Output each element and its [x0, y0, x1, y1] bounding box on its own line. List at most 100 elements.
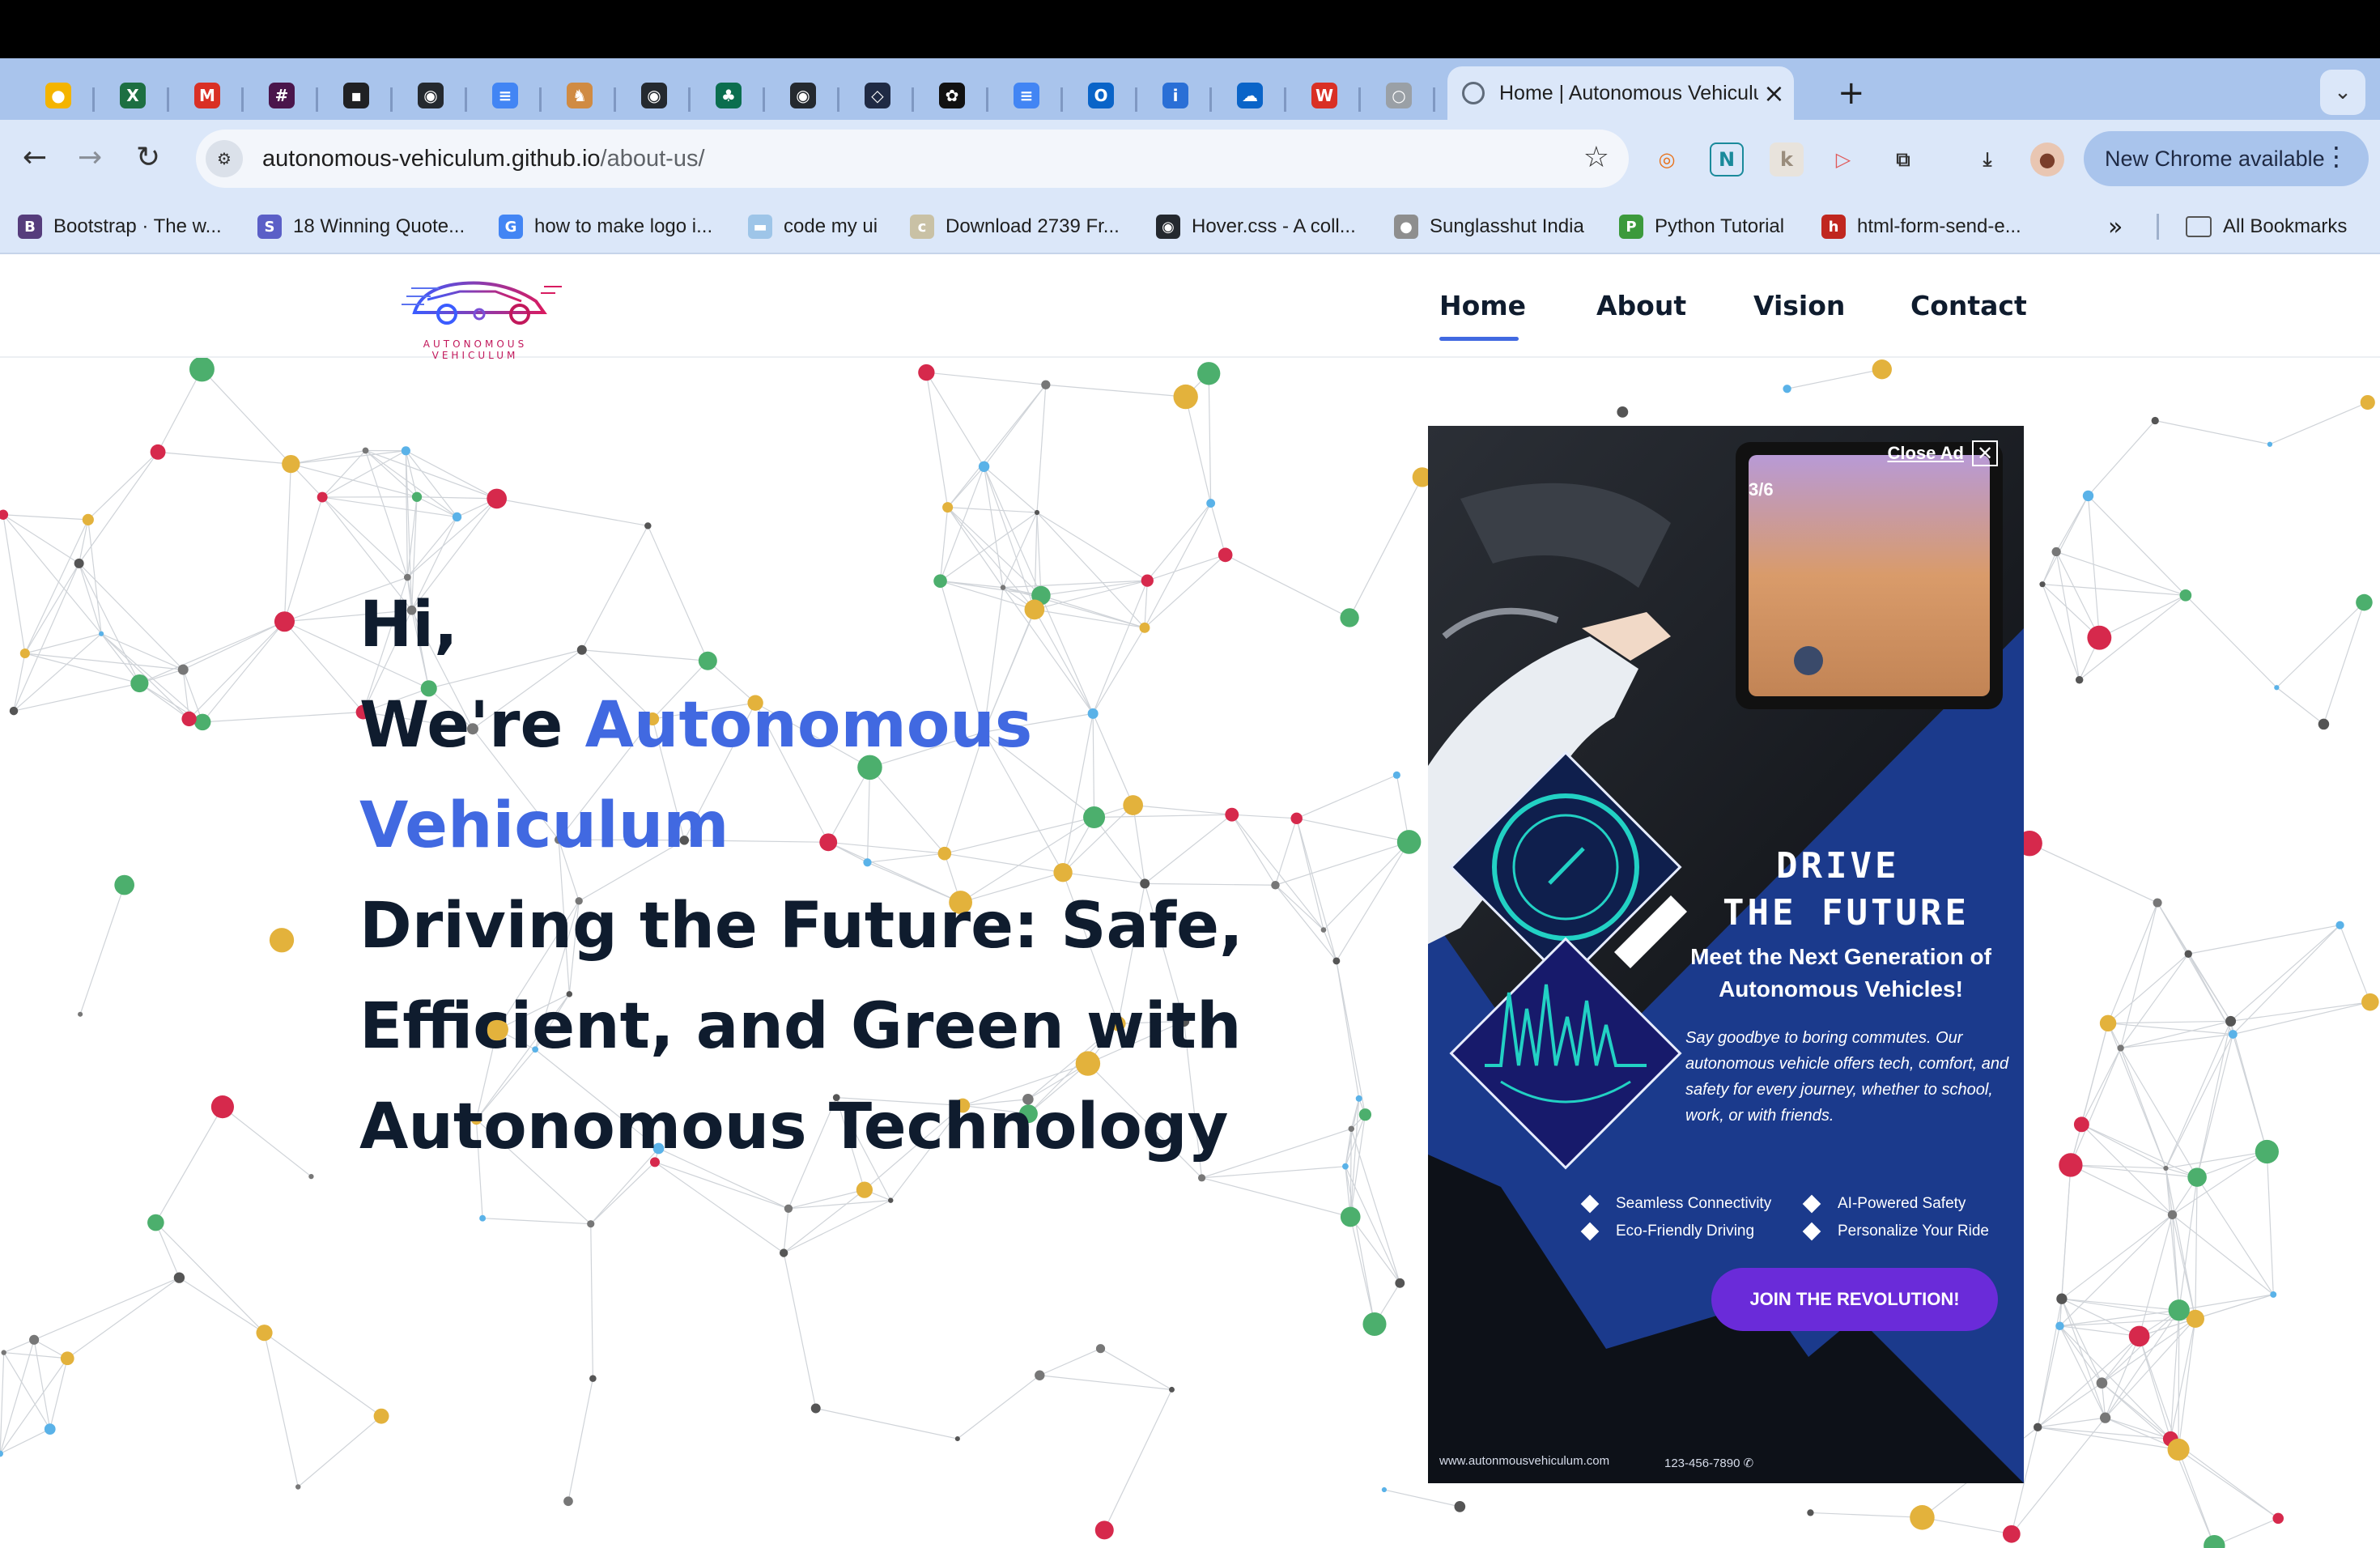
- tab-search-button[interactable]: ⌄: [2320, 70, 2365, 115]
- extension-icon[interactable]: ◎: [1650, 142, 1684, 176]
- tab[interactable]: M: [170, 73, 244, 118]
- tab-separator: [912, 87, 914, 112]
- extensions-puzzle-icon[interactable]: ⧉: [1886, 142, 1920, 176]
- extension-icon[interactable]: ▷: [1826, 142, 1860, 176]
- tab[interactable]: ☁: [1213, 73, 1287, 118]
- tab[interactable]: ●: [21, 73, 96, 118]
- globe-icon: [1462, 82, 1485, 104]
- tab-separator: [539, 87, 542, 112]
- close-ad-button[interactable]: Close Ad ✕: [1887, 440, 1998, 466]
- download-icon[interactable]: ⤓: [1970, 142, 2004, 176]
- tab[interactable]: ▪: [319, 73, 393, 118]
- tab-separator: [688, 87, 691, 112]
- tab-separator: [614, 87, 616, 112]
- github-icon: ◉: [1156, 215, 1180, 239]
- tab[interactable]: ◉: [766, 73, 840, 118]
- tab-separator: [1209, 87, 1212, 112]
- bookmark-item[interactable]: ● Sunglasshut India: [1394, 211, 1584, 243]
- tab-separator: [1135, 87, 1137, 112]
- address-bar[interactable]: ⚙ autonomous-vehiculum.github.io/about-u…: [196, 130, 1629, 188]
- menu-icon: ⋮: [2323, 141, 2349, 172]
- bookmark-item[interactable]: B Bootstrap · The w...: [18, 211, 222, 243]
- tab-separator: [465, 87, 467, 112]
- ad-feature: AI-Powered Safety: [1802, 1194, 1966, 1214]
- close-ad-label: Close Ad: [1887, 443, 1964, 463]
- tab[interactable]: #: [244, 73, 319, 118]
- reload-button[interactable]: ↻: [136, 141, 160, 174]
- nav-home[interactable]: Home: [1439, 290, 1526, 321]
- tab[interactable]: ♣: [691, 73, 766, 118]
- site-logo[interactable]: AUTONOMOUS VEHICULUM: [382, 264, 568, 361]
- brand-icon: W: [1311, 83, 1337, 108]
- nav-contact[interactable]: Contact: [1910, 290, 2027, 321]
- game-score: 3/6: [1749, 479, 1774, 500]
- close-tab-icon[interactable]: ×: [1763, 78, 1785, 108]
- nav-vision[interactable]: Vision: [1753, 290, 1845, 321]
- extension-icon[interactable]: k: [1770, 142, 1804, 176]
- bookmark-item[interactable]: h html-form-send-e...: [1821, 211, 2021, 243]
- tab[interactable]: ◉: [393, 73, 468, 118]
- ad-feature: Seamless Connectivity: [1580, 1194, 1771, 1214]
- tab-separator: [1060, 87, 1063, 112]
- app-icon: ▪: [343, 83, 369, 108]
- outlook-icon: O: [1088, 83, 1114, 108]
- diamond-bullet-icon: [1580, 1194, 1600, 1214]
- diamond-bullet-icon: [1802, 1194, 1821, 1214]
- tab[interactable]: ♞: [542, 73, 617, 118]
- web-page: AUTONOMOUS VEHICULUM Home About Vision C…: [0, 254, 2380, 1548]
- tab[interactable]: i: [1138, 73, 1213, 118]
- ad-subheading: Meet the Next Generation of Autonomous V…: [1690, 944, 1991, 1002]
- tab[interactable]: ◉: [617, 73, 691, 118]
- tab-separator: [986, 87, 988, 112]
- advertisement-popup[interactable]: Close Ad ✕ 3/6 DRIVE THE FUTURE Meet the…: [1428, 426, 2024, 1483]
- tab-separator: [316, 87, 318, 112]
- extension-icon[interactable]: N: [1710, 142, 1744, 176]
- bootstrap-icon: B: [18, 215, 42, 239]
- tab[interactable]: W: [1287, 73, 1362, 118]
- ad-website: www.autonmousvehiculum.com: [1439, 1454, 1610, 1468]
- tab[interactable]: O: [1064, 73, 1138, 118]
- bookmark-item[interactable]: S 18 Winning Quote...: [257, 211, 465, 243]
- tab[interactable]: ✿: [915, 73, 989, 118]
- more-bookmarks-button[interactable]: »: [2108, 211, 2123, 243]
- divider: [2157, 214, 2159, 240]
- onedrive-icon: ☁: [1237, 83, 1263, 108]
- url-text: autonomous-vehiculum.github.io/about-us/: [262, 145, 705, 172]
- info-icon: i: [1162, 83, 1188, 108]
- back-button[interactable]: ←: [23, 141, 47, 174]
- github-icon: ◉: [418, 83, 444, 108]
- site-info-icon[interactable]: ⚙: [206, 140, 243, 177]
- ad-feature: Eco-Friendly Driving: [1580, 1222, 1754, 1241]
- diamond-bullet-icon: [1580, 1222, 1600, 1241]
- tab-separator: [241, 87, 244, 112]
- tab[interactable]: ≡: [468, 73, 542, 118]
- all-bookmarks-button[interactable]: All Bookmarks: [2186, 211, 2347, 243]
- close-icon[interactable]: ✕: [1972, 440, 1998, 466]
- bookmark-item[interactable]: c Download 2739 Fr...: [910, 211, 1120, 243]
- bookmark-item[interactable]: Ghow to make logo i...: [499, 211, 712, 243]
- tab[interactable]: X: [96, 73, 170, 118]
- new-chrome-available-button[interactable]: New Chrome available ⋮: [2084, 131, 2369, 186]
- active-tab-title: Home | Autonomous Vehiculum: [1499, 81, 1758, 104]
- tab[interactable]: ○: [1362, 73, 1436, 118]
- codemyui-icon: ▬: [748, 215, 772, 239]
- bookmark-item[interactable]: P Python Tutorial: [1619, 211, 1784, 243]
- bookmark-item[interactable]: ▬ code my ui: [748, 211, 878, 243]
- tab-separator: [167, 87, 169, 112]
- mascot-icon: ♞: [567, 83, 593, 108]
- active-tab[interactable]: Home | Autonomous Vehiculum ×: [1447, 66, 1794, 120]
- new-tab-button[interactable]: +: [1838, 74, 1865, 112]
- forward-button[interactable]: →: [78, 141, 102, 174]
- tab[interactable]: ≡: [989, 73, 1064, 118]
- tab[interactable]: ◇: [840, 73, 915, 118]
- hero-tagline-1: Driving the Future: Safe,: [359, 890, 1243, 963]
- join-revolution-button[interactable]: JOIN THE REVOLUTION!: [1711, 1268, 1998, 1331]
- bookmark-item[interactable]: ◉ Hover.css - A coll...: [1156, 211, 1356, 243]
- ad-body-text: Say goodbye to boring commutes. Our auto…: [1685, 1029, 2009, 1125]
- ad-feature: Personalize Your Ride: [1802, 1222, 1989, 1241]
- hero-heading: Hi, We're Autonomous Vehiculum Driving t…: [359, 575, 1243, 1177]
- profile-avatar[interactable]: ●: [2030, 142, 2064, 176]
- bookmark-star-icon[interactable]: ☆: [1583, 141, 1609, 174]
- nav-about[interactable]: About: [1596, 290, 1686, 321]
- tab-separator: [92, 87, 95, 112]
